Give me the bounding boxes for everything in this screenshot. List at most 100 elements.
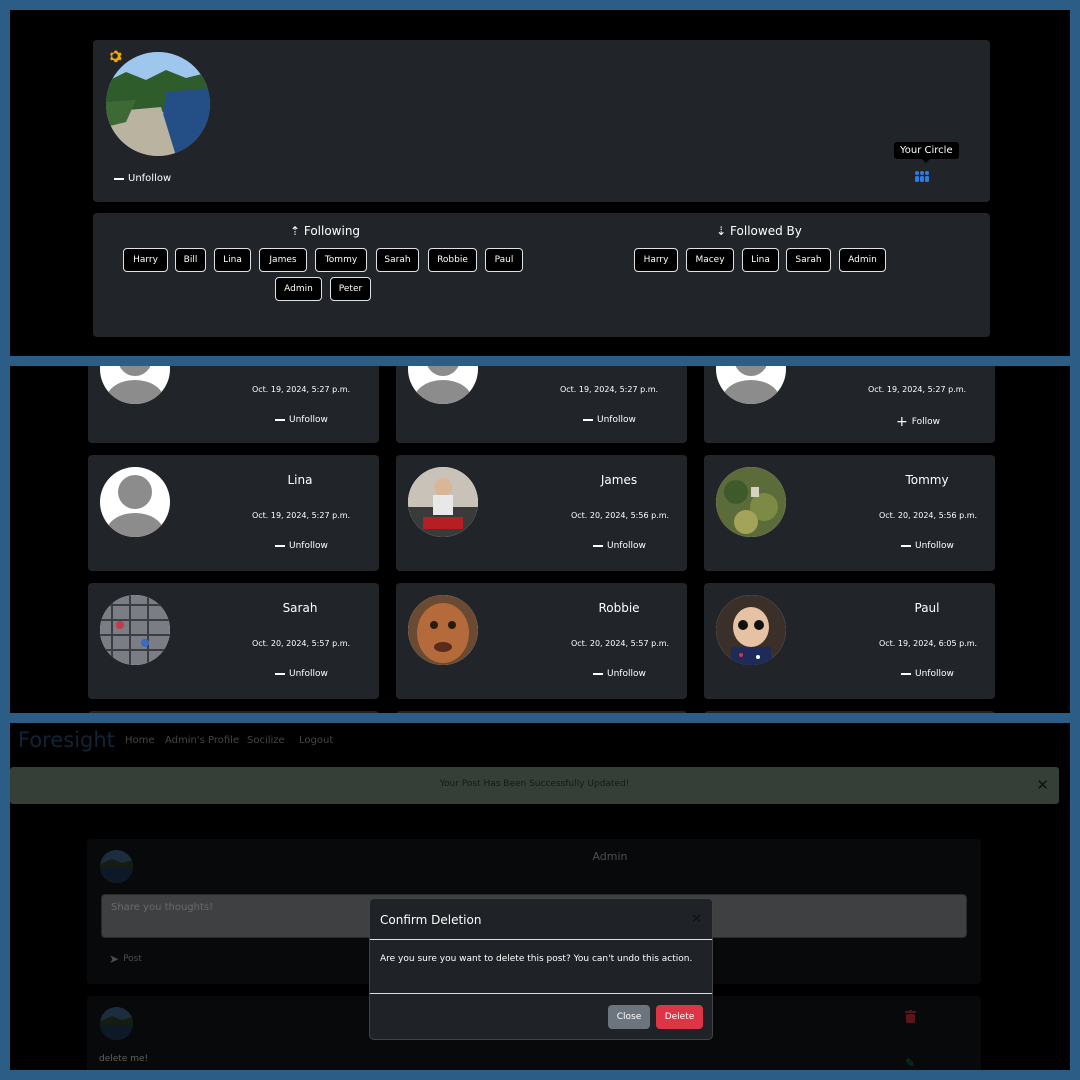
feed-panel: Foresight Home Admin's Profile Socilize … [10, 723, 1070, 1070]
profile-image [106, 52, 210, 156]
user-date: Oct. 19, 2024, 5:27 p.m. [867, 385, 967, 394]
following-chip[interactable]: Harry [123, 248, 168, 272]
user-date: Oct. 20, 2024, 5:56 p.m. [570, 511, 670, 520]
modal-title: Confirm Deletion [380, 913, 482, 927]
user-name[interactable]: Tommy [867, 473, 987, 487]
unfollow-button[interactable]: Unfollow [275, 669, 328, 679]
user-date: Oct. 20, 2024, 5:57 p.m. [251, 639, 351, 648]
following-chip[interactable]: Paul [485, 248, 523, 272]
divider [370, 939, 712, 940]
user-date: Oct. 19, 2024, 5:27 p.m. [251, 511, 351, 520]
people-group-icon[interactable] [914, 170, 930, 185]
user-date: Oct. 20, 2024, 5:57 p.m. [570, 639, 670, 648]
action-label: Unfollow [915, 669, 954, 679]
action-label: Unfollow [289, 541, 328, 551]
follow-button[interactable]: + Follow [896, 414, 940, 430]
unfollow-button[interactable]: Unfollow [275, 541, 328, 551]
unfollow-button[interactable]: Unfollow [114, 173, 171, 184]
unfollow-button[interactable]: Unfollow [275, 415, 328, 425]
user-card: Paul Oct. 19, 2024, 6:05 p.m. Unfollow [704, 583, 995, 699]
avatar [408, 366, 478, 404]
user-card: Tommy Oct. 20, 2024, 5:56 p.m. Unfollow [704, 455, 995, 571]
unfollow-button[interactable]: Unfollow [593, 541, 646, 551]
avatar [408, 595, 478, 665]
following-chip[interactable]: Robbie [428, 248, 477, 272]
following-chip[interactable]: Bill [175, 248, 206, 272]
followed-by-title: Followed By [730, 224, 802, 238]
following-chip[interactable]: Admin [275, 277, 322, 301]
followed-by-chip[interactable]: Harry [634, 248, 678, 272]
user-card: Oct. 19, 2024, 5:27 p.m. Unfollow [88, 366, 379, 443]
user-name[interactable]: Sarah [240, 601, 360, 615]
minus-icon [275, 673, 285, 675]
minus-icon [583, 419, 593, 421]
user-name[interactable]: James [559, 473, 679, 487]
minus-icon [901, 673, 911, 675]
action-label: Unfollow [607, 541, 646, 551]
minus-icon [593, 545, 603, 547]
action-label: Unfollow [607, 669, 646, 679]
close-button[interactable]: Close [608, 1005, 650, 1029]
user-card [88, 711, 379, 713]
following-chip[interactable]: Sarah [376, 248, 419, 272]
user-date: Oct. 20, 2024, 5:56 p.m. [878, 511, 978, 520]
unfollow-button[interactable]: Unfollow [593, 669, 646, 679]
tooltip: Your Circle [894, 142, 959, 163]
users-panel: Oct. 19, 2024, 5:27 p.m. Unfollow Oct. 1… [10, 366, 1070, 713]
action-label: Unfollow [289, 669, 328, 679]
avatar [100, 366, 170, 404]
user-date: Oct. 19, 2024, 5:27 p.m. [251, 385, 351, 394]
profile-panel: Unfollow Your Circle ⇡ Following ⇣ Follo… [10, 10, 1070, 356]
followed-by-heading: ⇣ Followed By [714, 224, 804, 238]
user-card: James Oct. 20, 2024, 5:56 p.m. Unfollow [396, 455, 687, 571]
delete-button[interactable]: Delete [656, 1005, 703, 1029]
following-chip[interactable]: Peter [330, 277, 371, 301]
user-name[interactable]: Paul [867, 601, 987, 615]
following-heading: ⇡ Following [285, 224, 365, 238]
avatar [100, 467, 170, 537]
following-chip[interactable]: Lina [214, 248, 251, 272]
followed-by-icon: ⇣ [716, 224, 727, 238]
user-card: Oct. 19, 2024, 5:27 p.m. + Follow [704, 366, 995, 443]
user-card [704, 711, 995, 713]
divider [370, 993, 712, 994]
plus-icon: + [896, 414, 908, 430]
gear-icon[interactable] [108, 49, 122, 63]
minus-icon [275, 419, 285, 421]
unfollow-button[interactable]: Unfollow [901, 669, 954, 679]
minus-icon [593, 673, 603, 675]
action-label: Unfollow [289, 415, 328, 425]
followed-by-chip[interactable]: Macey [686, 248, 734, 272]
user-name[interactable]: Lina [240, 473, 360, 487]
minus-icon [275, 545, 285, 547]
user-card: Robbie Oct. 20, 2024, 5:57 p.m. Unfollow [396, 583, 687, 699]
minus-icon [901, 545, 911, 547]
following-chip[interactable]: James [259, 248, 307, 272]
action-label: Unfollow [915, 541, 954, 551]
followed-by-chip[interactable]: Sarah [786, 248, 831, 272]
avatar [716, 366, 786, 404]
followed-by-chip[interactable]: Lina [742, 248, 779, 272]
user-date: Oct. 19, 2024, 6:05 p.m. [878, 639, 978, 648]
unfollow-button[interactable]: Unfollow [583, 415, 636, 425]
user-card: Lina Oct. 19, 2024, 5:27 p.m. Unfollow [88, 455, 379, 571]
following-chip[interactable]: Tommy [315, 248, 367, 272]
user-card: Sarah Oct. 20, 2024, 5:57 p.m. Unfollow [88, 583, 379, 699]
confirm-modal: Confirm Deletion ✕ Are you sure you want… [369, 898, 713, 1040]
user-date: Oct. 19, 2024, 5:27 p.m. [559, 385, 659, 394]
avatar [100, 595, 170, 665]
avatar [408, 467, 478, 537]
minus-icon [114, 177, 124, 180]
unfollow-button[interactable]: Unfollow [901, 541, 954, 551]
modal-body: Are you sure you want to delete this pos… [380, 954, 693, 964]
close-icon[interactable]: ✕ [691, 912, 702, 927]
avatar [716, 467, 786, 537]
unfollow-label: Unfollow [128, 173, 172, 184]
user-card: Oct. 19, 2024, 5:27 p.m. Unfollow [396, 366, 687, 443]
user-name[interactable]: Robbie [559, 601, 679, 615]
action-label: Unfollow [597, 415, 636, 425]
user-card [396, 711, 687, 713]
followed-by-chip[interactable]: Admin [839, 248, 886, 272]
following-title: Following [303, 224, 361, 238]
action-label: Follow [911, 417, 940, 427]
